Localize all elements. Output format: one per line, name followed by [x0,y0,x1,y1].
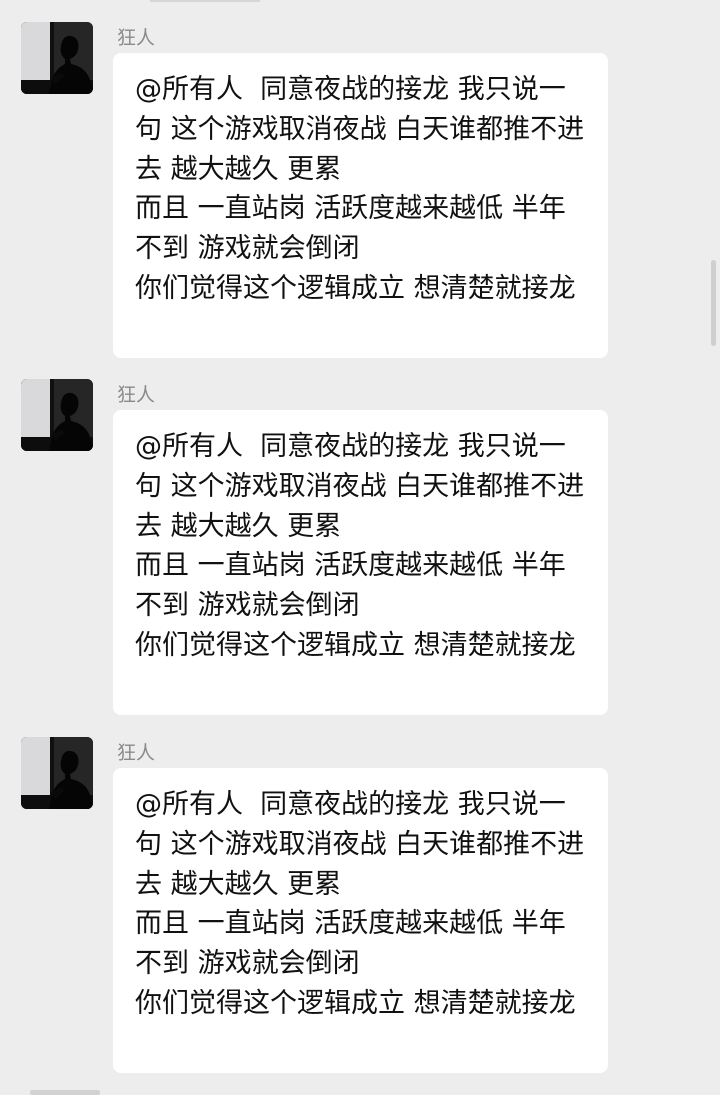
message-text: @所有人 同意夜战的接龙 我只说一句 这个游戏取消夜战 白天谁都推不进去 越大越… [135,74,585,304]
sender-avatar[interactable] [21,737,93,809]
sender-avatar[interactable] [21,22,93,94]
message-bubble[interactable]: @所有人 同意夜战的接龙 我只说一句 这个游戏取消夜战 白天谁都推不进去 越大越… [113,768,608,1073]
sender-name: 狂人 [117,742,156,764]
scrollbar-thumb[interactable] [711,260,716,346]
user-avatar-silhouette-icon [21,22,93,94]
message-bubble[interactable]: @所有人 同意夜战的接龙 我只说一句 这个游戏取消夜战 白天谁都推不进去 越大越… [113,53,608,358]
message-bubble[interactable]: @所有人 同意夜战的接龙 我只说一句 这个游戏取消夜战 白天谁都推不进去 越大越… [113,410,608,715]
message-text: @所有人 同意夜战的接龙 我只说一句 这个游戏取消夜战 白天谁都推不进去 越大越… [135,789,585,1019]
sender-name: 狂人 [117,384,156,406]
user-avatar-silhouette-icon [21,379,93,451]
chat-message-list[interactable]: 狂人 @所有人 同意夜战的接龙 我只说一句 这个游戏取消夜战 白天谁都推不进去 … [0,0,720,1095]
message-row: 狂人 @所有人 同意夜战的接龙 我只说一句 这个游戏取消夜战 白天谁都推不进去 … [0,735,720,1075]
next-message-edge [30,1090,100,1095]
message-row: 狂人 @所有人 同意夜战的接龙 我只说一句 这个游戏取消夜战 白天谁都推不进去 … [0,20,720,360]
sender-avatar[interactable] [21,379,93,451]
user-avatar-silhouette-icon [21,737,93,809]
message-text: @所有人 同意夜战的接龙 我只说一句 这个游戏取消夜战 白天谁都推不进去 越大越… [135,431,585,661]
sender-name: 狂人 [117,27,156,49]
message-row: 狂人 @所有人 同意夜战的接龙 我只说一句 这个游戏取消夜战 白天谁都推不进去 … [0,377,720,717]
